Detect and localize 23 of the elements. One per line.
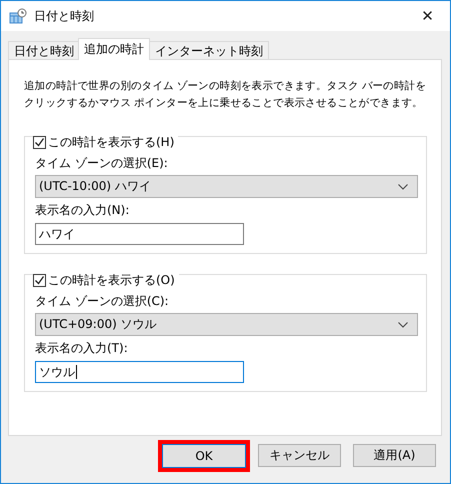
tab[interactable]: インターネット時刻 xyxy=(149,41,269,60)
window-title: 日付と時刻 xyxy=(34,8,95,24)
description-text: 追加の時計で世界の別のタイム ゾーンの時刻を表示できます。タスク バーの時計をクリックするかマウス ポインターを上に乗せることで表示させることができます。 xyxy=(24,79,427,111)
tab[interactable]: 日付と時刻 xyxy=(8,41,80,60)
show-clock-checkbox[interactable]: この時計を表示する(O) xyxy=(33,272,179,289)
dialog-button[interactable]: キャンセル xyxy=(258,444,341,467)
tab[interactable]: 追加の時計 xyxy=(78,38,150,60)
show-clock-checkbox[interactable]: この時計を表示する(H) xyxy=(33,134,178,151)
timezone-label: タイム ゾーンの選択(C): xyxy=(35,293,170,309)
checkbox[interactable] xyxy=(33,274,46,287)
chevron-down-icon xyxy=(398,184,408,190)
display-name-label: 表示名の入力(T): xyxy=(35,340,129,356)
timezone-dropdown[interactable]: (UTC-10:00) ハワイ xyxy=(35,175,418,198)
timezone-label: タイム ゾーンの選択(E): xyxy=(35,155,169,171)
calendar-clock-icon xyxy=(9,8,27,24)
display-name-label: 表示名の入力(N): xyxy=(35,202,130,218)
display-name-field[interactable]: ハワイ xyxy=(35,223,244,245)
display-name-field[interactable]: ソウル xyxy=(35,361,244,383)
checkbox[interactable] xyxy=(33,136,46,149)
chevron-down-icon xyxy=(398,322,408,328)
dialog-button[interactable]: 適用(A) xyxy=(353,444,436,467)
dialog-button[interactable]: OK xyxy=(162,444,246,468)
timezone-dropdown[interactable]: (UTC+09:00) ソウル xyxy=(35,313,418,336)
